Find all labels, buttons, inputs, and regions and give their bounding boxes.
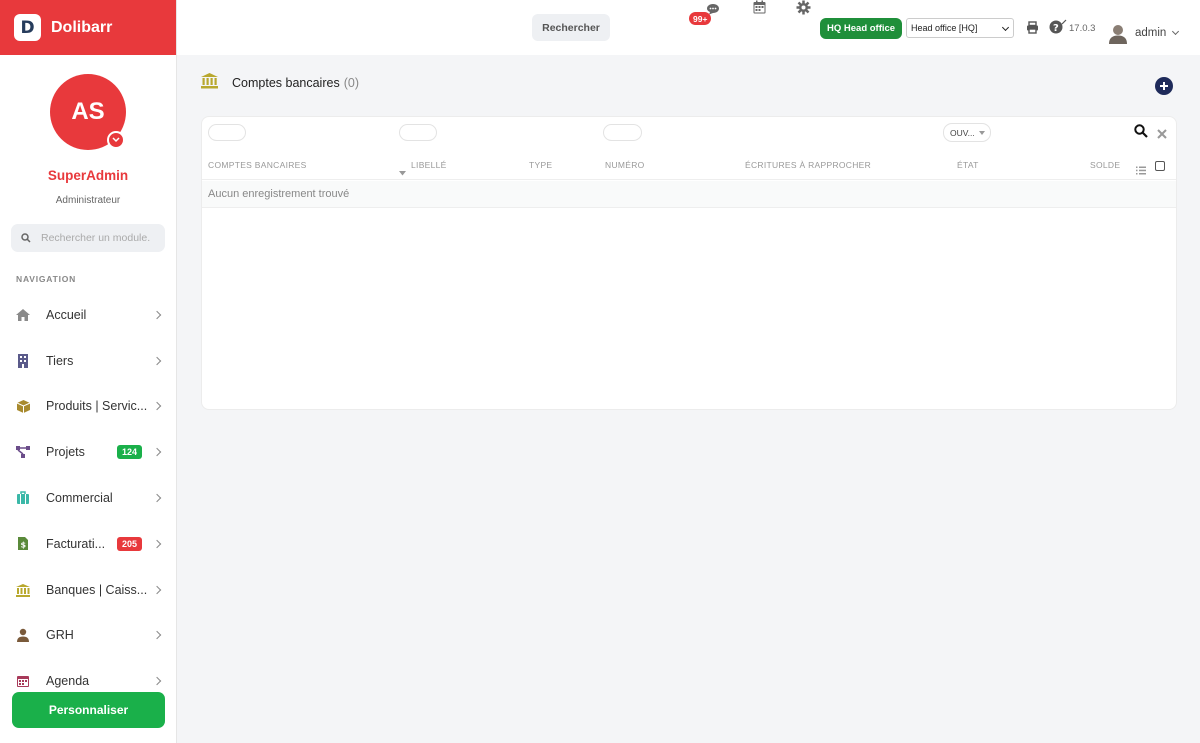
user-avatar-icon xyxy=(1109,25,1127,44)
sidebar-item-projets[interactable]: Projets 124 xyxy=(0,429,176,475)
chevron-down-icon[interactable] xyxy=(107,131,125,149)
box-icon xyxy=(15,398,31,414)
sidebar-item-label: Banques | Caiss... xyxy=(46,582,148,597)
customize-button[interactable]: Personnaliser xyxy=(12,692,165,728)
caret-down-icon xyxy=(979,131,985,135)
sidebar-item-label: GRH xyxy=(46,628,74,643)
chevron-right-icon xyxy=(152,539,162,549)
close-icon[interactable] xyxy=(1157,126,1167,144)
page-header: Comptes bancaires (0) xyxy=(200,72,359,94)
calendar-icon xyxy=(15,673,31,689)
column-header[interactable]: SOLDE xyxy=(1090,160,1120,170)
column-header[interactable]: COMPTES BANCAIRES xyxy=(208,160,307,170)
user-avatar-wrap[interactable]: AS xyxy=(50,74,126,150)
user-menu-label: admin xyxy=(1135,27,1167,39)
sidebar-item-accueil[interactable]: Accueil xyxy=(0,292,176,338)
record-count: (0) xyxy=(343,76,359,90)
calendar-icon[interactable] xyxy=(753,0,766,19)
filter-row: OUV... xyxy=(202,117,1176,149)
sidebar-item-tiers[interactable]: Tiers xyxy=(0,338,176,384)
building-icon xyxy=(15,353,31,369)
sidebar-item-facturation[interactable]: $ Facturati... 205 xyxy=(0,521,176,567)
chevron-right-icon xyxy=(152,310,162,320)
column-header[interactable]: LIBELLÉ xyxy=(411,160,447,170)
count-badge: 124 xyxy=(116,445,142,460)
sidebar-item-label: Tiers xyxy=(46,353,74,368)
filter-number-input[interactable] xyxy=(603,124,642,141)
entity-select-value: Head office [HQ] xyxy=(911,23,978,33)
search-icon[interactable] xyxy=(1134,124,1148,143)
filter-status-select[interactable]: OUV... xyxy=(943,123,991,142)
topbar: Rechercher 99+ HQ Head office Head offic… xyxy=(177,0,1200,55)
select-all-checkbox[interactable] xyxy=(1155,161,1165,171)
chevron-right-icon xyxy=(152,448,162,457)
module-search-input[interactable] xyxy=(41,232,161,244)
page-title: Comptes bancaires xyxy=(232,76,340,90)
suitcase-icon xyxy=(15,490,31,506)
column-header[interactable]: TYPE xyxy=(529,160,552,170)
dolibarr-logo-icon: D xyxy=(14,14,41,41)
search-icon xyxy=(21,233,31,243)
filter-account-input[interactable] xyxy=(208,124,246,141)
chevron-down-icon xyxy=(1001,23,1010,32)
sidebar: D Dolibarr AS SuperAdmin Administrateur … xyxy=(0,0,177,743)
table-header: COMPTES BANCAIRES LIBELLÉ TYPE NUMÉRO ÉC… xyxy=(202,153,1176,180)
sort-desc-icon[interactable] xyxy=(399,163,406,181)
nav-section-title: NAVIGATION xyxy=(16,274,77,284)
sidebar-item-label: Facturati... xyxy=(46,536,106,551)
notification-badge[interactable]: 99+ xyxy=(689,12,712,25)
module-search[interactable] xyxy=(11,224,165,252)
chevron-right-icon xyxy=(152,677,162,686)
help-icon[interactable]: ? xyxy=(1049,19,1067,39)
column-header[interactable]: ÉCRITURES À RAPPROCHER xyxy=(745,160,871,170)
printer-icon[interactable] xyxy=(1026,21,1039,39)
nav-list: Accueil Tiers Produits | Servic... Proje… xyxy=(0,292,176,704)
search-button[interactable]: Rechercher xyxy=(532,14,610,41)
user-tie-icon xyxy=(15,627,31,643)
sidebar-item-produits[interactable]: Produits | Servic... xyxy=(0,384,176,430)
user-name[interactable]: SuperAdmin xyxy=(0,168,176,183)
user-menu[interactable]: admin xyxy=(1107,22,1180,44)
filter-status-value: OUV... xyxy=(950,127,975,138)
sidebar-item-grh[interactable]: GRH xyxy=(0,613,176,659)
chevron-down-icon xyxy=(1172,27,1180,36)
home-icon xyxy=(15,307,31,323)
chevron-right-icon xyxy=(152,402,162,411)
chevron-right-icon xyxy=(152,493,162,503)
brand-header[interactable]: D Dolibarr xyxy=(0,0,176,55)
column-header[interactable]: NUMÉRO xyxy=(605,160,645,170)
chevron-right-icon xyxy=(152,356,162,365)
sidebar-item-banques[interactable]: Banques | Caiss... xyxy=(0,567,176,613)
entity-select[interactable]: Head office [HQ] xyxy=(906,18,1014,38)
sidebar-item-label: Commercial xyxy=(46,491,113,506)
column-list-icon[interactable] xyxy=(1136,162,1146,180)
chevron-right-icon xyxy=(152,631,162,640)
version-label: 17.0.3 xyxy=(1069,23,1096,34)
project-icon xyxy=(15,444,31,460)
chevron-right-icon xyxy=(152,585,162,594)
add-account-button[interactable] xyxy=(1155,77,1173,95)
column-header[interactable]: ÉTAT xyxy=(957,160,979,170)
plus-icon xyxy=(1160,82,1168,90)
brand-name: Dolibarr xyxy=(51,18,113,36)
bank-icon xyxy=(200,72,219,94)
sidebar-item-label: Accueil xyxy=(46,307,87,322)
gear-icon[interactable] xyxy=(796,0,811,20)
invoice-icon: $ xyxy=(15,536,31,552)
svg-text:?: ? xyxy=(1053,23,1059,34)
bank-icon xyxy=(15,582,31,598)
user-role: Administrateur xyxy=(55,195,121,206)
sidebar-item-commercial[interactable]: Commercial xyxy=(0,475,176,521)
empty-message: Aucun enregistrement trouvé xyxy=(202,181,1176,208)
entity-badge[interactable]: HQ Head office xyxy=(820,18,903,39)
count-badge: 205 xyxy=(116,536,142,551)
svg-text:$: $ xyxy=(21,541,27,550)
sidebar-item-label: Agenda xyxy=(46,674,90,689)
sidebar-item-label: Projets xyxy=(46,445,85,460)
accounts-table: OUV... COMPTES BANCAIRES LIBELLÉ TYPE NU… xyxy=(201,116,1177,410)
sidebar-item-label: Produits | Servic... xyxy=(46,399,148,414)
filter-label-input[interactable] xyxy=(399,124,437,141)
